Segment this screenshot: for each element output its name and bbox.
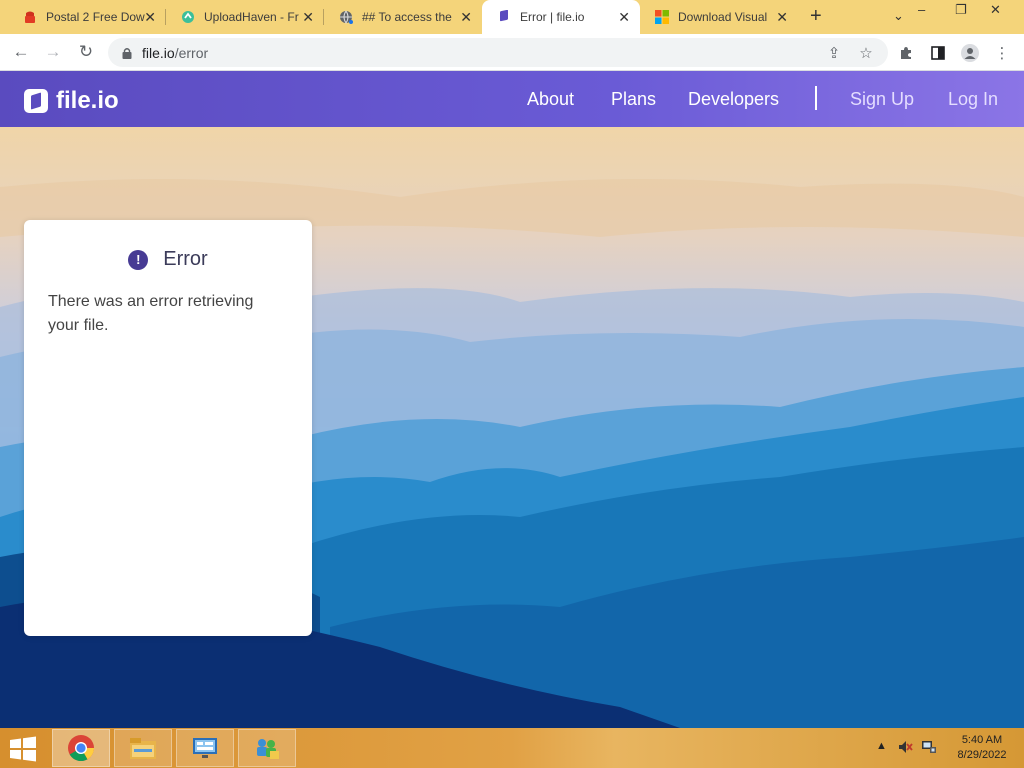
clock-time: 5:40 AM xyxy=(961,734,1003,746)
folder-icon xyxy=(130,738,156,759)
system-clock[interactable]: 5:40 AM 8/29/2022 xyxy=(950,733,1014,763)
network-users-icon xyxy=(257,739,279,759)
share-icon[interactable]: ⇪ xyxy=(824,43,844,63)
error-card: ! Error There was an error retrieving yo… xyxy=(24,220,312,636)
tab-title: Error | file.io xyxy=(520,10,585,24)
windows-taskbar: ▲ 5:40 AM 8/29/2022 xyxy=(0,728,1024,768)
tab-title: UploadHaven - Fr xyxy=(204,10,299,24)
nav-plans-link[interactable]: Plans xyxy=(611,89,656,110)
close-tab-icon[interactable]: ✕ xyxy=(460,9,472,25)
show-hidden-icons-icon[interactable]: ▲ xyxy=(876,740,887,752)
close-tab-icon[interactable]: ✕ xyxy=(302,9,314,25)
restore-icon[interactable]: ❐ xyxy=(955,2,967,18)
globe-favicon-icon xyxy=(338,9,354,25)
site-header: file.io About Plans Developers Sign Up L… xyxy=(0,71,1024,127)
taskbar-file-explorer-button[interactable] xyxy=(114,729,172,767)
reload-icon[interactable]: ↻ xyxy=(76,42,96,62)
bookmark-star-icon[interactable]: ☆ xyxy=(856,43,876,63)
taskbar-network-app-button[interactable] xyxy=(238,729,296,767)
side-panel-icon[interactable] xyxy=(928,43,948,63)
postal-favicon-icon xyxy=(22,9,38,25)
tab-title: ## To access the xyxy=(362,10,452,24)
taskbar-control-panel-button[interactable] xyxy=(176,729,234,767)
error-header: ! Error xyxy=(24,248,312,271)
forward-arrow-icon[interactable]: → xyxy=(43,42,63,62)
nav-developers-link[interactable]: Developers xyxy=(688,89,779,110)
lock-icon xyxy=(122,47,132,59)
clock-date: 8/29/2022 xyxy=(957,749,1007,761)
url-host: file.io xyxy=(142,44,175,61)
fileio-favicon-icon xyxy=(496,9,512,25)
taskbar-chrome-button[interactable] xyxy=(52,729,110,767)
windows-start-icon[interactable] xyxy=(8,736,38,762)
chrome-icon xyxy=(68,735,95,762)
fileio-logo-icon xyxy=(24,89,48,113)
tab-access[interactable]: ## To access the ✕ xyxy=(324,0,482,34)
tab-fileio-error[interactable]: Error | file.io ✕ xyxy=(482,0,640,34)
url-path: /error xyxy=(174,44,209,61)
uploadhaven-favicon-icon xyxy=(180,9,196,25)
error-title: Error xyxy=(163,248,208,270)
extensions-puzzle-icon[interactable] xyxy=(896,43,916,63)
close-window-icon[interactable]: ✕ xyxy=(990,2,1001,18)
log-in-link[interactable]: Log In xyxy=(948,89,998,110)
tab-strip: Postal 2 Free Dow ✕ UploadHaven - Fr ✕ #… xyxy=(0,0,1024,34)
network-status-icon[interactable] xyxy=(921,739,937,758)
volume-muted-icon[interactable] xyxy=(897,739,913,758)
close-tab-icon[interactable]: ✕ xyxy=(618,9,630,25)
tab-download-visual[interactable]: Download Visual ✕ xyxy=(640,0,798,34)
tab-title: Download Visual xyxy=(678,10,768,24)
tab-title: Postal 2 Free Dow xyxy=(46,10,145,24)
logo-text: file.io xyxy=(56,87,119,114)
nav-divider xyxy=(815,86,817,110)
address-bar[interactable]: file.io/error xyxy=(108,38,888,67)
control-panel-icon xyxy=(193,738,217,758)
profile-avatar-icon[interactable] xyxy=(960,43,980,63)
back-arrow-icon[interactable]: ← xyxy=(11,42,31,62)
url-text: file.io/error xyxy=(142,45,208,61)
close-tab-icon[interactable]: ✕ xyxy=(776,9,788,25)
error-message: There was an error retrieving your file. xyxy=(48,293,254,334)
minimize-icon[interactable]: ‒ xyxy=(918,2,925,17)
browser-toolbar: ← → ↻ file.io/error ⇪ ☆ ⋮ xyxy=(0,34,1024,71)
exclamation-icon: ! xyxy=(128,249,149,270)
site-logo[interactable]: file.io xyxy=(24,87,119,115)
tab-postal[interactable]: Postal 2 Free Dow ✕ xyxy=(8,0,166,34)
sign-up-link[interactable]: Sign Up xyxy=(850,89,914,110)
close-tab-icon[interactable]: ✕ xyxy=(144,9,156,25)
tab-uploadhaven[interactable]: UploadHaven - Fr ✕ xyxy=(166,0,324,34)
new-tab-button[interactable]: + xyxy=(810,6,822,26)
kebab-menu-icon[interactable]: ⋮ xyxy=(992,43,1012,63)
nav-about-link[interactable]: About xyxy=(527,89,574,110)
microsoft-favicon-icon xyxy=(654,9,670,25)
tab-search-chevron-icon[interactable]: ⌄ xyxy=(893,8,904,24)
